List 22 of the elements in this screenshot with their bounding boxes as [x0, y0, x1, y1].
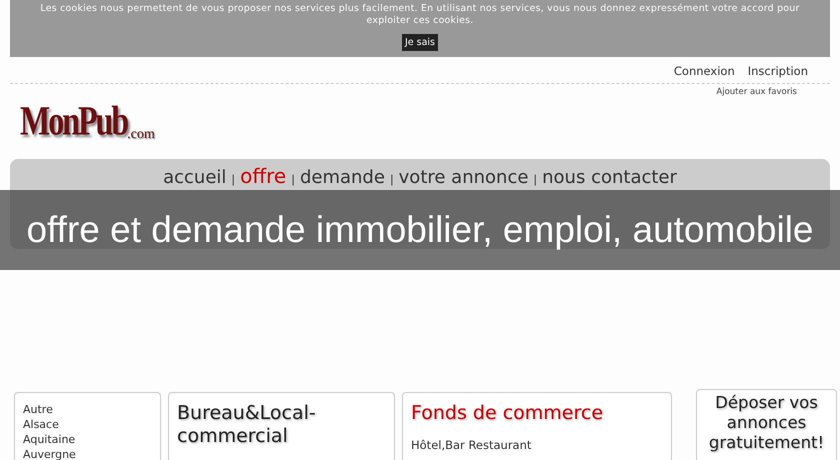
- nav-link[interactable]: offre: [240, 165, 286, 187]
- category-link[interactable]: Hôtel,Bar Restaurant: [411, 438, 663, 452]
- nav-link[interactable]: votre annonce: [398, 167, 528, 189]
- separator: |: [291, 173, 295, 186]
- category-title[interactable]: Fonds de commerce: [411, 402, 663, 425]
- region-link[interactable]: Aquitaine: [23, 432, 152, 447]
- nav-link[interactable]: demande: [300, 167, 385, 189]
- nav-link[interactable]: accueil: [163, 167, 226, 189]
- region-link[interactable]: Alsace: [23, 417, 152, 432]
- account-link[interactable]: Connexion: [674, 64, 735, 78]
- separator: |: [231, 173, 236, 186]
- separator: |: [533, 173, 538, 186]
- separator: |: [390, 173, 394, 186]
- nav-link[interactable]: nous contacter: [542, 167, 677, 189]
- account-link[interactable]: Inscription: [748, 64, 808, 78]
- category-title[interactable]: Bureau&Local-commercial: [177, 402, 386, 448]
- accept-button[interactable]: Je sais: [402, 34, 438, 51]
- region-link[interactable]: Auvergne: [23, 447, 152, 460]
- cookie-message: Les cookies nous permettent de vous proposer nos services plus facilement. En utilisant nos services, vous nous donnez expressément votre accord pour exploiter ces cookies.: [39, 2, 801, 27]
- region-link[interactable]: Autre: [23, 402, 152, 417]
- promo-link[interactable]: Déposer vos annonces gratuitement!: [697, 393, 836, 460]
- caption-text: offre et demande immobilier, emploi, automobile: [26, 209, 814, 251]
